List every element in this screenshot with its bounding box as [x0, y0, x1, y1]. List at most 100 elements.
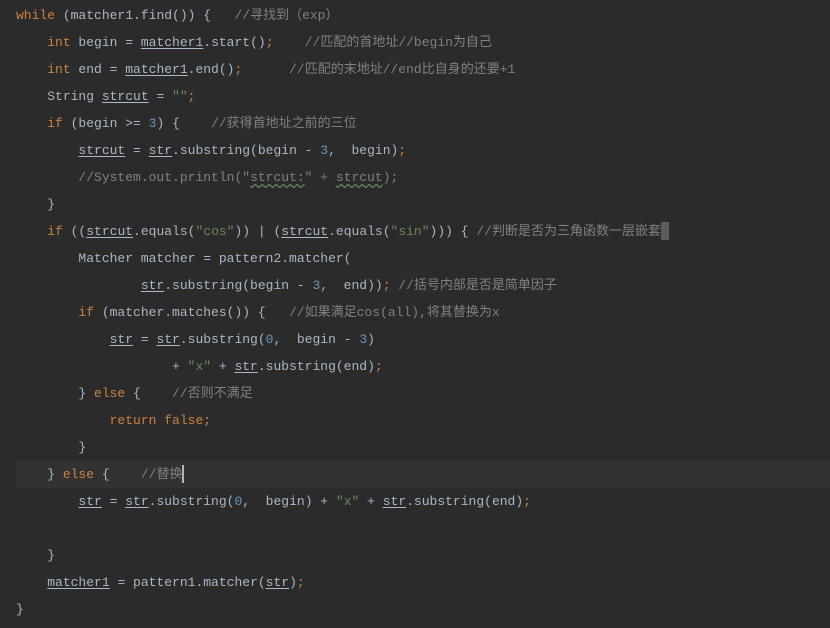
- code-token: matcher1: [125, 62, 187, 77]
- code-line[interactable]: int begin = matcher1.start(); //匹配的首地址//…: [16, 29, 830, 56]
- code-token: ;: [398, 143, 406, 158]
- code-token: strcut: [102, 89, 149, 104]
- code-token: matcher1: [141, 35, 203, 50]
- keyword: int: [47, 35, 70, 50]
- code-line[interactable]: if (matcher.matches()) { //如果满足cos(all),…: [16, 299, 830, 326]
- code-line[interactable]: if ((strcut.equals("cos")) | (strcut.equ…: [16, 218, 830, 245]
- keyword: else: [63, 467, 94, 482]
- indent: [16, 89, 47, 104]
- string-literal: "x": [336, 494, 359, 509]
- indent: [16, 359, 172, 374]
- comment-text: //获得首地址之前的三位: [211, 116, 357, 131]
- code-token: .substring(begin -: [172, 143, 320, 158]
- code-token: ;: [375, 359, 383, 374]
- code-line[interactable]: str = str.substring(0, begin) + "x" + st…: [16, 488, 830, 515]
- comment-text: //括号内部是否是简单因子: [398, 278, 557, 293]
- code-token: str: [383, 494, 406, 509]
- string-literal: "cos": [195, 224, 234, 239]
- indent: [16, 305, 78, 320]
- keyword: int: [47, 62, 70, 77]
- code-line[interactable]: str = str.substring(0, begin - 3): [16, 326, 830, 353]
- indent: [16, 548, 47, 563]
- code-line[interactable]: Matcher matcher = pattern2.matcher(: [16, 245, 830, 272]
- indent: [16, 143, 78, 158]
- code-line[interactable]: return false;: [16, 407, 830, 434]
- code-token: str: [156, 332, 179, 347]
- string-literal: "": [172, 89, 188, 104]
- code-token: +: [211, 359, 234, 374]
- code-line[interactable]: str.substring(begin - 3, end)); //括号内部是否…: [16, 272, 830, 299]
- code-token: .substring(end): [406, 494, 523, 509]
- code-token: .end(): [188, 62, 235, 77]
- code-token: }: [16, 602, 24, 617]
- keyword: return false: [110, 413, 204, 428]
- code-token: [274, 35, 305, 50]
- code-line[interactable]: }: [16, 191, 830, 218]
- indent: [16, 224, 47, 239]
- comment-text: //替换: [141, 467, 183, 482]
- comment-text: strcut: [336, 170, 383, 185]
- code-line[interactable]: matcher1 = pattern1.matcher(str);: [16, 569, 830, 596]
- comment-text: " +: [305, 170, 336, 185]
- code-token: ;: [297, 575, 305, 590]
- code-token: =: [102, 494, 125, 509]
- code-token: }: [47, 467, 63, 482]
- code-token: {: [125, 386, 172, 401]
- code-token: str: [141, 278, 164, 293]
- code-token: +: [359, 494, 382, 509]
- indent: [16, 575, 47, 590]
- code-token: begin =: [71, 35, 141, 50]
- code-token: }: [78, 386, 94, 401]
- code-token: , begin) +: [242, 494, 336, 509]
- code-line[interactable]: int end = matcher1.end(); //匹配的末地址//end比…: [16, 56, 830, 83]
- code-line[interactable]: strcut = str.substring(begin - 3, begin)…: [16, 137, 830, 164]
- keyword: else: [94, 386, 125, 401]
- code-token: .start(): [203, 35, 265, 50]
- code-token: ): [367, 332, 375, 347]
- code-token: {: [94, 467, 141, 482]
- keyword: while: [16, 8, 55, 23]
- code-token: +: [172, 359, 188, 374]
- code-line[interactable]: }: [16, 596, 830, 623]
- code-token: ;: [188, 89, 196, 104]
- code-token: (matcher.matches()) {: [94, 305, 289, 320]
- indent: [16, 197, 47, 212]
- code-token: .substring(begin -: [164, 278, 312, 293]
- code-token: (begin >=: [63, 116, 149, 131]
- code-token: ;: [523, 494, 531, 509]
- code-line[interactable]: [16, 515, 830, 542]
- code-token: strcut: [281, 224, 328, 239]
- indent: [16, 467, 47, 482]
- code-token: str: [266, 575, 289, 590]
- code-token: =: [149, 89, 172, 104]
- code-token: ;: [203, 413, 211, 428]
- code-line[interactable]: + "x" + str.substring(end);: [16, 353, 830, 380]
- indent: [16, 35, 47, 50]
- code-line[interactable]: } else { //替换: [16, 461, 830, 488]
- indent: [16, 413, 110, 428]
- code-token: str: [234, 359, 257, 374]
- code-token: }: [78, 440, 86, 455]
- code-line[interactable]: }: [16, 542, 830, 569]
- code-token: ) {: [156, 116, 211, 131]
- code-editor[interactable]: while (matcher1.find()) { //寻找到（exp） int…: [0, 0, 830, 628]
- code-line[interactable]: if (begin >= 3) { //获得首地址之前的三位: [16, 110, 830, 137]
- indent: [16, 521, 78, 536]
- keyword: if: [47, 116, 63, 131]
- code-token: , end)): [320, 278, 382, 293]
- string-literal: "x": [188, 359, 211, 374]
- comment-text: //判断是否为三角函数一层嵌套: [476, 224, 661, 239]
- code-token: str: [78, 494, 101, 509]
- indent: [16, 440, 78, 455]
- code-token: .equals(: [328, 224, 390, 239]
- code-line[interactable]: while (matcher1.find()) { //寻找到（exp）: [16, 2, 830, 29]
- code-token: ((: [63, 224, 86, 239]
- code-token: strcut: [78, 143, 125, 158]
- code-line[interactable]: } else { //否则不满足: [16, 380, 830, 407]
- code-line[interactable]: //System.out.println("strcut:" + strcut)…: [16, 164, 830, 191]
- code-token: ;: [266, 35, 274, 50]
- code-line[interactable]: String strcut = "";: [16, 83, 830, 110]
- code-token: , begin): [328, 143, 398, 158]
- code-token: ))) {: [430, 224, 477, 239]
- code-line[interactable]: }: [16, 434, 830, 461]
